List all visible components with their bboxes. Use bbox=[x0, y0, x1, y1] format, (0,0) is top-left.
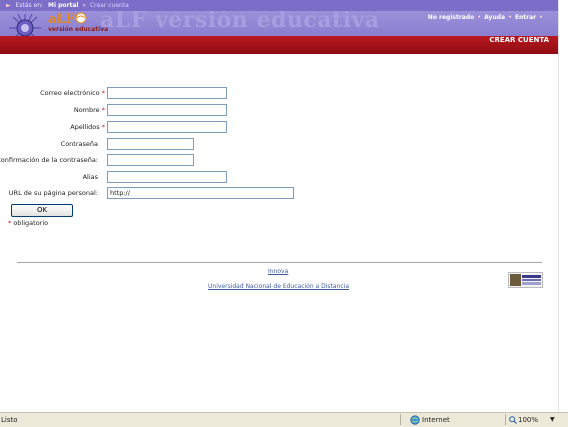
help-link[interactable]: Ayuda bbox=[484, 14, 505, 21]
page-title-bar: CREAR CUENTA bbox=[0, 36, 558, 54]
login-link[interactable]: Entrar bbox=[515, 14, 536, 21]
password-field[interactable] bbox=[107, 138, 194, 150]
status-text: Listo bbox=[1, 416, 18, 424]
email-label: Correo electrónico bbox=[40, 89, 100, 97]
alias-label: Alias bbox=[82, 173, 98, 181]
confirm-password-field[interactable] bbox=[107, 154, 194, 166]
confirm-password-row: Confirmación de la contraseña: bbox=[0, 155, 98, 167]
required-marker: * bbox=[101, 89, 105, 97]
breadcrumb-separator-icon: » bbox=[82, 2, 87, 9]
logo-name: aLF bbox=[48, 12, 75, 27]
name-row: Nombre * bbox=[0, 105, 105, 117]
globe-icon bbox=[410, 415, 420, 425]
zoom-level[interactable]: 100% bbox=[518, 413, 538, 427]
breadcrumb: ► Estás en: Mi portal » Crear cuenta bbox=[0, 0, 568, 11]
zoom-dropdown-arrow-icon[interactable]: ▼ bbox=[550, 413, 555, 427]
uned-logo-icon bbox=[508, 272, 543, 288]
password-label: Contraseña bbox=[60, 140, 98, 148]
surname-label: Apellidos bbox=[70, 123, 100, 131]
vertical-scrollbar[interactable] bbox=[558, 0, 568, 412]
surname-field[interactable] bbox=[107, 121, 227, 133]
email-field[interactable] bbox=[107, 87, 227, 99]
page-title: CREAR CUENTA bbox=[489, 36, 549, 44]
breadcrumb-arrow-icon: ► bbox=[6, 2, 11, 9]
name-label: Nombre bbox=[73, 106, 100, 114]
status-divider bbox=[400, 414, 401, 425]
uned-link[interactable]: Universidad Nacional de Educación a Dist… bbox=[208, 283, 349, 290]
innova-link[interactable]: Innova bbox=[268, 268, 288, 275]
password-row: Contraseña bbox=[0, 139, 98, 151]
bird-logo-icon bbox=[75, 12, 87, 24]
surname-row: Apellidos * bbox=[0, 122, 105, 134]
header: aLF versión educativa aLF versión educat… bbox=[0, 11, 558, 36]
breadcrumb-prefix: Estás en: bbox=[15, 2, 44, 9]
required-marker: * bbox=[101, 123, 105, 131]
url-label: URL de su página personal: bbox=[8, 189, 98, 197]
status-divider bbox=[505, 414, 506, 425]
alf-sun-logo-icon bbox=[9, 13, 41, 36]
breadcrumb-home-link[interactable]: Mi portal bbox=[48, 2, 78, 9]
mandatory-note-text: obligatorio bbox=[13, 219, 49, 227]
header-watermark: aLF versión educativa bbox=[100, 11, 380, 33]
url-field[interactable]: http:// bbox=[107, 187, 294, 199]
security-zone: Internet bbox=[422, 416, 450, 424]
bullet-icon: • bbox=[539, 14, 543, 21]
confirm-password-label: Confirmación de la contraseña: bbox=[0, 156, 98, 164]
breadcrumb-current: Crear cuenta bbox=[89, 2, 129, 9]
url-row: URL de su página personal: bbox=[0, 188, 98, 200]
bullet-icon: • bbox=[477, 14, 482, 21]
required-marker: * bbox=[101, 106, 105, 114]
logo-subtitle: versión educativa bbox=[48, 26, 109, 33]
ok-button[interactable]: OK bbox=[11, 204, 73, 217]
required-marker: * bbox=[8, 219, 12, 227]
status-bar: Listo Internet 100% ▼ bbox=[0, 412, 568, 427]
user-status-link[interactable]: No registrado bbox=[428, 14, 474, 21]
alias-row: Alias bbox=[0, 172, 98, 184]
mandatory-note: * obligatorio bbox=[8, 219, 48, 227]
zoom-icon[interactable] bbox=[509, 416, 517, 424]
alias-field[interactable] bbox=[107, 171, 227, 183]
bullet-icon: • bbox=[508, 14, 512, 21]
user-menu: No registrado • Ayuda • Entrar • bbox=[428, 14, 546, 21]
footer-divider bbox=[17, 262, 542, 263]
name-field[interactable] bbox=[107, 104, 227, 116]
email-row: Correo electrónico * bbox=[0, 88, 105, 100]
